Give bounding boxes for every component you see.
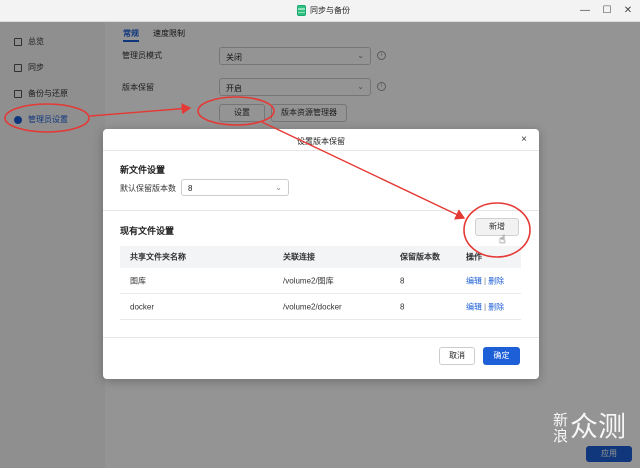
edit-link[interactable]: 编辑	[466, 302, 482, 311]
close-window-button[interactable]: ✕	[622, 5, 634, 17]
window-title: 同步与备份	[297, 5, 350, 16]
table-header: 共享文件夹名称 关联连接 保留版本数 操作	[120, 246, 521, 268]
watermark-prefix: 新 浪	[553, 412, 568, 444]
window-titlebar: 同步与备份 — ☐ ✕	[0, 0, 640, 22]
table-row: 图库 /volume2/图库 8 编辑 | 删除	[120, 268, 521, 294]
folder-table: 共享文件夹名称 关联连接 保留版本数 操作 图库 /volume2/图库 8 编…	[120, 246, 521, 320]
folder-name: 图库	[130, 276, 146, 285]
dialog-footer-divider	[103, 337, 539, 338]
existing-section-title: 现有文件设置	[120, 226, 175, 236]
table-row: docker /volume2/docker 8 编辑 | 删除	[120, 294, 521, 320]
folder-versions: 8	[400, 302, 405, 311]
divider	[103, 210, 539, 211]
close-icon[interactable]: ×	[521, 134, 527, 145]
window-title-text: 同步与备份	[310, 6, 350, 15]
new-file-section-title: 新文件设置	[120, 165, 166, 175]
folder-name: docker	[130, 302, 155, 311]
watermark-line: 浪	[553, 427, 569, 445]
add-button[interactable]: 新增	[475, 218, 519, 236]
default-versions-select[interactable]: 8 ⌄	[181, 179, 289, 196]
action-separator: |	[484, 276, 487, 285]
watermark-text: 众测	[570, 410, 627, 443]
default-versions-label: 默认保留版本数	[120, 184, 176, 193]
sync-backup-app-icon	[297, 5, 306, 16]
column-header: 关联连接	[283, 252, 315, 262]
hand-cursor-icon: ☝	[499, 234, 506, 246]
column-header: 操作	[466, 252, 482, 262]
chevron-down-icon: ⌄	[275, 183, 282, 192]
version-retention-dialog: 设置版本保留 × 新文件设置 默认保留版本数 8 ⌄ 现有文件设置 新增 ☝ 共…	[103, 129, 539, 379]
folder-link: /volume2/docker	[283, 302, 342, 311]
delete-link[interactable]: 删除	[488, 276, 504, 285]
minimize-button[interactable]: —	[579, 5, 591, 17]
dialog-title: 设置版本保留	[297, 137, 345, 146]
dialog-header: 设置版本保留 ×	[103, 129, 539, 151]
watermark-row: 新 浪 众测	[553, 410, 627, 445]
watermark-line: 新	[553, 411, 569, 429]
watermark: 新 浪 众测	[553, 410, 627, 445]
ok-button[interactable]: 确定	[483, 347, 520, 365]
delete-link[interactable]: 删除	[488, 302, 504, 311]
action-separator: |	[484, 302, 487, 311]
folder-link: /volume2/图库	[283, 276, 334, 285]
row-actions: 编辑 | 删除	[466, 275, 504, 286]
column-header: 共享文件夹名称	[130, 252, 186, 262]
row-actions: 编辑 | 删除	[466, 301, 504, 312]
folder-versions: 8	[400, 276, 405, 285]
column-header: 保留版本数	[400, 252, 440, 262]
default-versions-value: 8	[188, 184, 193, 193]
edit-link[interactable]: 编辑	[466, 276, 482, 285]
maximize-button[interactable]: ☐	[601, 5, 613, 17]
cancel-button[interactable]: 取消	[439, 347, 475, 365]
